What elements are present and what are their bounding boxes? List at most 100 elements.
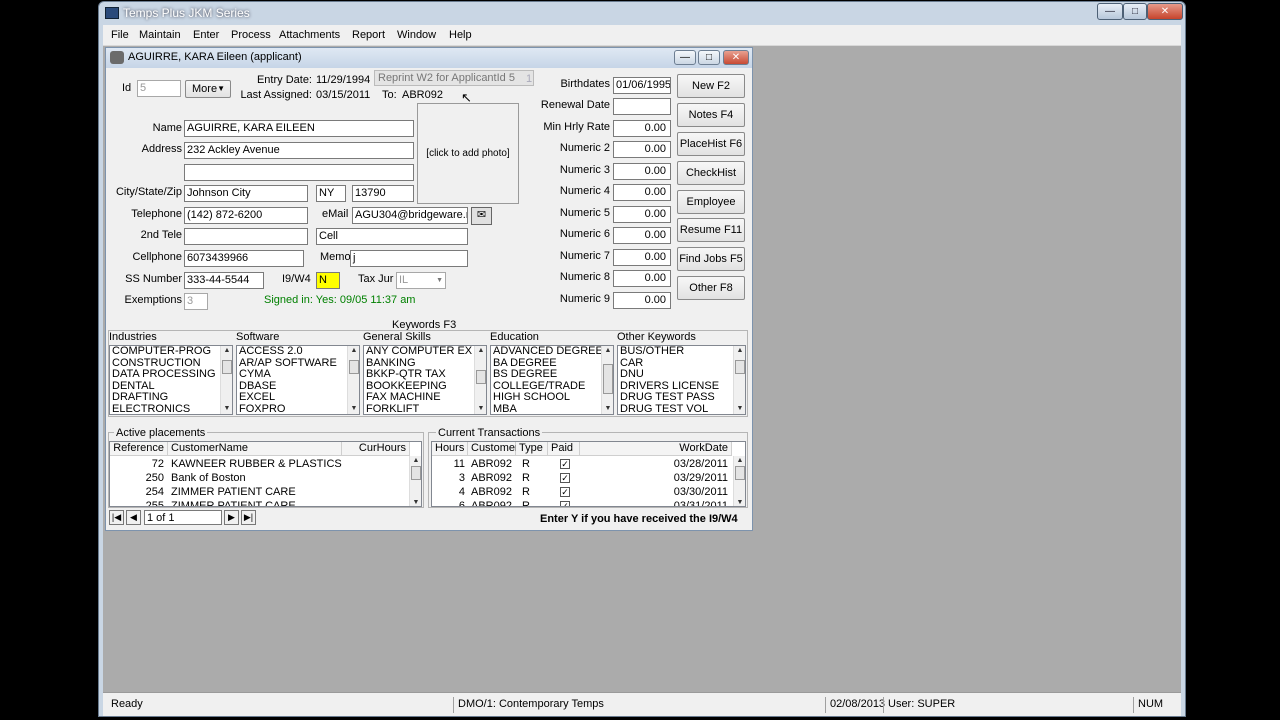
menu-enter[interactable]: Enter	[193, 29, 219, 41]
list-item[interactable]: BKKP-QTR TAX	[364, 369, 486, 381]
scroll-thumb[interactable]	[411, 466, 421, 480]
list-item[interactable]: BUS/OTHER	[618, 346, 745, 358]
menu-attachments[interactable]: Attachments	[279, 29, 340, 41]
scroll-down-icon[interactable]: ▼	[602, 404, 613, 414]
other-keywords-scrollbar[interactable]: ▲ ▼	[733, 346, 745, 414]
industries-list[interactable]: COMPUTER-PROG CONSTRUCTION DATA PROCESSI…	[109, 345, 233, 415]
col-customer[interactable]: Customer	[468, 442, 519, 456]
telephone-field[interactable]: (142) 872-6200	[184, 207, 308, 224]
resume-button[interactable]: Resume F11	[677, 218, 745, 242]
scroll-up-icon[interactable]: ▲	[348, 346, 359, 356]
placements-scrollbar[interactable]: ▲ ▼	[409, 456, 421, 506]
last-record-button[interactable]: ▶|	[241, 510, 256, 525]
transactions-grid[interactable]: Hours Customer Type Paid WorkDate 11 ABR…	[431, 441, 746, 507]
email-field[interactable]: AGU304@bridgeware.net	[352, 207, 468, 224]
ss-number-field[interactable]: 333-44-5544	[184, 272, 264, 289]
education-list[interactable]: ADVANCED DEGREE BA DEGREE BS DEGREE COLL…	[490, 345, 614, 415]
list-item[interactable]: FORKLIFT	[364, 404, 486, 414]
menu-report[interactable]: Report	[352, 29, 385, 41]
list-item[interactable]: CONSTRUCTION	[110, 358, 232, 370]
col-cur-hours[interactable]: CurHours	[342, 442, 410, 456]
menu-process[interactable]: Process	[231, 29, 271, 41]
record-position[interactable]: 1 of 1	[144, 510, 222, 525]
address-line1-field[interactable]: 232 Ackley Avenue	[184, 142, 414, 159]
software-scrollbar[interactable]: ▲ ▼	[347, 346, 359, 414]
numeric-3-field[interactable]: 0.00	[613, 163, 671, 180]
scroll-thumb[interactable]	[735, 466, 745, 480]
list-item[interactable]: BANKING	[364, 358, 486, 370]
general-skills-scrollbar[interactable]: ▲ ▼	[474, 346, 486, 414]
photo-placeholder[interactable]: [click to add photo]	[417, 103, 519, 204]
list-item[interactable]: CYMA	[237, 369, 359, 381]
list-item[interactable]: DATA PROCESSING	[110, 369, 232, 381]
numeric-7-field[interactable]: 0.00	[613, 249, 671, 266]
col-paid[interactable]: Paid	[548, 442, 580, 456]
list-item[interactable]: FAX MACHINE	[364, 392, 486, 404]
id-field[interactable]: 5	[137, 80, 181, 97]
find-jobs-button[interactable]: Find Jobs F5	[677, 247, 745, 271]
list-item[interactable]: DBASE	[237, 381, 359, 393]
general-skills-list[interactable]: ANY COMPUTER EX BANKING BKKP-QTR TAX BOO…	[363, 345, 487, 415]
first-record-button[interactable]: |◀	[109, 510, 124, 525]
scroll-down-icon[interactable]: ▼	[221, 404, 232, 414]
education-scrollbar[interactable]: ▲ ▼	[601, 346, 613, 414]
list-item[interactable]: CAR	[618, 358, 745, 370]
list-item[interactable]: MBA	[491, 404, 613, 414]
list-item[interactable]: ANY COMPUTER EX	[364, 346, 486, 358]
col-type[interactable]: Type	[516, 442, 548, 456]
notes-button[interactable]: Notes F4	[677, 103, 745, 127]
scroll-up-icon[interactable]: ▲	[410, 456, 421, 466]
list-item[interactable]: BOOKKEEPING	[364, 381, 486, 393]
list-item[interactable]: DRIVERS LICENSE	[618, 381, 745, 393]
placements-grid[interactable]: Reference CustomerName CurHours 72 KAWNE…	[109, 441, 422, 507]
scroll-up-icon[interactable]: ▲	[734, 456, 745, 466]
tele2-description-field[interactable]: Cell	[316, 228, 468, 245]
scroll-down-icon[interactable]: ▼	[348, 404, 359, 414]
send-email-icon[interactable]: ✉	[471, 207, 492, 225]
applicant-titlebar[interactable]: AGUIRRE, KARA Eileen (applicant) — □ ✕	[106, 48, 752, 68]
scroll-down-icon[interactable]: ▼	[475, 404, 486, 414]
list-item[interactable]: ACCESS 2.0	[237, 346, 359, 358]
list-item[interactable]: AR/AP SOFTWARE	[237, 358, 359, 370]
scroll-thumb[interactable]	[603, 364, 613, 394]
paid-checkbox[interactable]: ✓	[560, 473, 570, 483]
col-customer-name[interactable]: CustomerName	[168, 442, 342, 456]
numeric-6-field[interactable]: 0.00	[613, 227, 671, 244]
scroll-thumb[interactable]	[349, 360, 359, 374]
name-field[interactable]: AGUIRRE, KARA EILEEN	[184, 120, 414, 137]
other-keywords-list[interactable]: BUS/OTHER CAR DNU DRIVERS LICENSE DRUG T…	[617, 345, 746, 415]
reprint-w2-tooltip[interactable]: Reprint W2 for ApplicantId 5	[374, 70, 534, 86]
scroll-up-icon[interactable]: ▲	[221, 346, 232, 356]
scroll-thumb[interactable]	[735, 360, 745, 374]
menu-help[interactable]: Help	[449, 29, 472, 41]
list-item[interactable]: COLLEGE/TRADE	[491, 381, 613, 393]
menu-window[interactable]: Window	[397, 29, 436, 41]
exemptions-field[interactable]: 3	[184, 293, 208, 310]
employee-button[interactable]: Employee F10	[677, 190, 745, 230]
renewal-date-field[interactable]	[613, 98, 671, 115]
close-button[interactable]: ✕	[1147, 3, 1183, 20]
other-button[interactable]: Other F8	[677, 276, 745, 300]
scroll-down-icon[interactable]: ▼	[410, 498, 421, 506]
col-workdate[interactable]: WorkDate	[580, 442, 732, 456]
list-item[interactable]: DNU	[618, 369, 745, 381]
software-list[interactable]: ACCESS 2.0 AR/AP SOFTWARE CYMA DBASE EXC…	[236, 345, 360, 415]
cellphone-field[interactable]: 6073439966	[184, 250, 304, 267]
new-button[interactable]: New F2	[677, 74, 745, 98]
scroll-up-icon[interactable]: ▲	[475, 346, 486, 356]
industries-scrollbar[interactable]: ▲ ▼	[220, 346, 232, 414]
col-hours[interactable]: Hours	[432, 442, 468, 456]
scroll-up-icon[interactable]: ▲	[734, 346, 745, 356]
list-item[interactable]: FOXPRO	[237, 404, 359, 414]
address-line2-field[interactable]	[184, 164, 414, 181]
col-reference[interactable]: Reference	[110, 442, 168, 456]
scroll-down-icon[interactable]: ▼	[734, 498, 745, 506]
next-record-button[interactable]: ▶	[224, 510, 239, 525]
more-button[interactable]: More ▼	[185, 80, 231, 98]
scroll-thumb[interactable]	[222, 360, 232, 374]
list-item[interactable]: ADVANCED DEGREE	[491, 346, 613, 358]
tele2-field[interactable]	[184, 228, 308, 245]
i9-w4-field[interactable]: N	[316, 272, 340, 289]
list-item[interactable]: BA DEGREE	[491, 358, 613, 370]
paid-checkbox[interactable]: ✓	[560, 501, 570, 506]
